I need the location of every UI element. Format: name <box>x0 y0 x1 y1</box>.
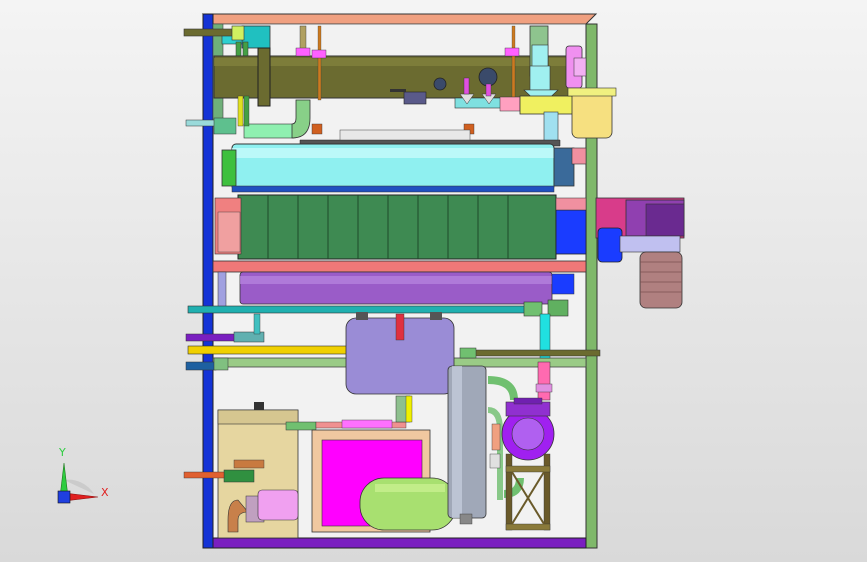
motor-housing <box>639 251 683 309</box>
frame-top-bevel <box>201 13 598 25</box>
plate-heat-exchanger <box>214 194 587 260</box>
top-inlet-pipe <box>183 28 235 37</box>
filter-canister <box>571 89 613 139</box>
motor-icon <box>595 197 685 309</box>
receiver-tank <box>217 271 575 309</box>
header-flange <box>257 47 271 107</box>
coordinate-triad: Y X <box>57 446 109 504</box>
condenser-vessel <box>221 143 587 193</box>
triad-x-label: X <box>101 486 109 499</box>
cyan-line-pipe <box>187 305 535 314</box>
pressure-gauge-icon <box>433 77 447 91</box>
cad-viewport: Y X <box>0 0 867 562</box>
valve-icon <box>403 91 427 105</box>
pump-icon <box>501 397 555 461</box>
pressure-gauge-icon <box>478 67 498 87</box>
cad-model-scene: Y X <box>57 13 685 549</box>
frame-left-post <box>202 13 214 549</box>
pink-separator-band <box>212 260 587 273</box>
triad-y-label: Y <box>58 446 66 459</box>
frame-bottom-rail <box>212 537 587 549</box>
